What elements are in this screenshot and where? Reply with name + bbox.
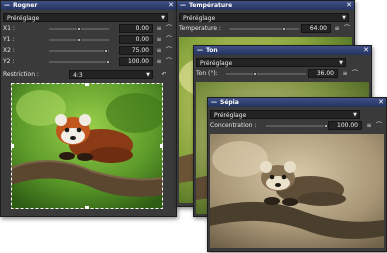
temperature-preset-dropdown[interactable]: Préréglage ▼ <box>179 13 349 22</box>
rogner-preset-dropdown[interactable]: Préréglage ▼ <box>3 13 168 22</box>
slider-track[interactable] <box>49 61 109 63</box>
chevron-down-icon: ▼ <box>146 72 150 78</box>
crop-preview-image[interactable] <box>11 83 163 209</box>
dash-icon[interactable]: — <box>197 46 203 55</box>
sepia-preset-dropdown[interactable]: Préréglage ▼ <box>210 110 360 119</box>
chevron-down-icon: ▼ <box>353 112 357 118</box>
dash-icon[interactable]: — <box>211 98 217 107</box>
value-field-x1[interactable]: 0.00 <box>119 24 153 33</box>
sepia-title: Sépia <box>220 99 239 106</box>
slider-knob[interactable] <box>253 72 257 76</box>
restriction-label: Restriction : <box>3 71 39 78</box>
rogner-titlebar[interactable]: — Rogner ✕ <box>1 1 176 10</box>
slider-knob[interactable] <box>106 60 110 64</box>
slider-row-y2: Y2 : 100.00 ≡ ⌒ <box>3 57 174 67</box>
ton-value-field[interactable]: 36.00 <box>308 69 338 78</box>
rogner-panel: — Rogner ✕ Préréglage ▼ X1 : 0.00 ≡ ⌒ Y1… <box>0 0 177 217</box>
sepia-panel: — Sépia ✕ Préréglage ▼ Concentration : 1… <box>207 97 387 252</box>
slider-track[interactable] <box>229 28 299 30</box>
curve-icon[interactable]: ⌒ <box>375 121 383 130</box>
temperature-preset-label: Préréglage <box>183 15 216 22</box>
slider-label-x1: X1 : <box>3 25 15 32</box>
curve-icon[interactable]: ⌒ <box>343 24 351 33</box>
temperature-value-field[interactable]: 64.00 <box>301 24 331 33</box>
slider-row-x1: X1 : 0.00 ≡ ⌒ <box>3 24 174 34</box>
slider-track[interactable] <box>49 50 109 52</box>
temperature-title: Température <box>189 2 233 9</box>
restriction-row: Restriction : 4:3 ▼ ↶ <box>3 70 174 80</box>
temperature-slider-row: Temperature : 64.00 ≡ ⌒ <box>179 24 352 34</box>
chevron-down-icon: ▼ <box>161 15 165 21</box>
ton-slider-label: Ton (°): <box>196 70 218 77</box>
curve-icon[interactable]: ⌒ <box>165 24 173 33</box>
sepia-slider-label: Concentration : <box>210 122 257 129</box>
restriction-value: 4:3 <box>73 72 83 79</box>
close-icon[interactable]: ✕ <box>168 1 174 10</box>
rogner-title: Rogner <box>13 2 38 9</box>
ton-preset-label: Préréglage <box>200 60 233 67</box>
slider-label-x2: X2 : <box>3 47 15 54</box>
curve-icon[interactable]: ⌒ <box>165 46 173 55</box>
curve-icon[interactable]: ⌒ <box>165 57 173 66</box>
slider-label-y1: Y1 : <box>3 36 15 43</box>
ton-preset-dropdown[interactable]: Préréglage ▼ <box>196 58 346 67</box>
rogner-preset-label: Préréglage <box>7 15 40 22</box>
slider-track[interactable] <box>266 125 326 127</box>
close-icon[interactable]: ✕ <box>346 1 352 10</box>
ton-title: Ton <box>206 47 218 54</box>
hamburger-menu-icon[interactable]: ≡ <box>155 46 163 55</box>
hamburger-menu-icon[interactable]: ≡ <box>365 121 373 130</box>
chevron-down-icon: ▼ <box>342 15 346 21</box>
chevron-down-icon: ▼ <box>339 60 343 66</box>
value-field-y1[interactable]: 0.00 <box>119 35 153 44</box>
value-field-y2[interactable]: 100.00 <box>119 57 153 66</box>
slider-label-y2: Y2 : <box>3 58 15 65</box>
slider-track[interactable] <box>226 73 306 75</box>
sepia-preview-image <box>210 134 384 248</box>
hamburger-menu-icon[interactable]: ≡ <box>155 57 163 66</box>
slider-row-x2: X2 : 75.00 ≡ ⌒ <box>3 46 174 56</box>
curve-icon[interactable]: ⌒ <box>165 35 173 44</box>
temperature-slider-label: Temperature : <box>179 25 221 32</box>
hamburger-menu-icon[interactable]: ≡ <box>155 24 163 33</box>
sepia-preset-label: Préréglage <box>214 112 247 119</box>
slider-knob[interactable] <box>77 27 81 31</box>
red-panda-photo <box>11 83 163 209</box>
close-icon[interactable]: ✕ <box>363 46 369 55</box>
sepia-red-panda-photo <box>210 134 384 248</box>
dash-icon[interactable]: — <box>180 1 186 10</box>
dash-icon[interactable]: — <box>4 1 10 10</box>
slider-knob[interactable] <box>282 27 286 31</box>
curve-icon[interactable]: ⌒ <box>351 69 359 78</box>
hamburger-menu-icon[interactable]: ≡ <box>333 24 341 33</box>
ton-slider-row: Ton (°): 36.00 ≡ ⌒ <box>196 69 369 79</box>
ton-titlebar[interactable]: — Ton ✕ <box>194 46 371 55</box>
slider-knob[interactable] <box>77 38 81 42</box>
hamburger-menu-icon[interactable]: ≡ <box>155 35 163 44</box>
temperature-titlebar[interactable]: — Température ✕ <box>177 1 354 10</box>
close-icon[interactable]: ✕ <box>378 98 384 107</box>
sepia-value-field[interactable]: 100.00 <box>328 121 362 130</box>
slider-row-y1: Y1 : 0.00 ≡ ⌒ <box>3 35 174 45</box>
value-field-x2[interactable]: 75.00 <box>119 46 153 55</box>
sepia-titlebar[interactable]: — Sépia ✕ <box>208 98 386 107</box>
slider-knob[interactable] <box>104 49 108 53</box>
restriction-dropdown[interactable]: 4:3 ▼ <box>69 70 153 79</box>
hamburger-menu-icon[interactable]: ≡ <box>341 69 349 78</box>
undo-icon[interactable]: ↶ <box>160 70 168 79</box>
sepia-slider-row: Concentration : 100.00 ≡ ⌒ <box>210 121 384 131</box>
